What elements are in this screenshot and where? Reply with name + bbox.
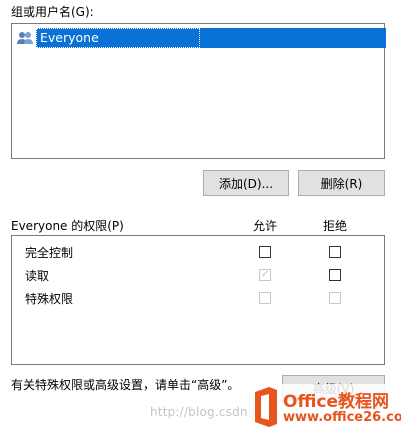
checkmark-icon: ✓ [261, 269, 270, 280]
add-button[interactable]: 添加(D)... [203, 170, 289, 196]
remove-button[interactable]: 删除(R) [298, 170, 385, 196]
brand-url: www.office26.com [283, 410, 401, 425]
permission-name: 读取 [25, 269, 50, 283]
group-or-user-label: 组或用户名(G): [11, 5, 94, 19]
permission-row-special: 特殊权限 [12, 288, 384, 308]
special-deny-checkbox [329, 292, 341, 304]
permission-name: 特殊权限 [25, 292, 74, 306]
user-name: Everyone [40, 30, 99, 45]
deny-header: 拒绝 [323, 219, 348, 233]
permissions-title: Everyone 的权限(P) [11, 219, 124, 233]
user-list[interactable]: Everyone [11, 23, 386, 159]
office26-logo: Office教程网 www.office26.com [249, 384, 401, 430]
csdn-watermark: http://blog.csdn.n [150, 405, 260, 419]
permissions-list: 完全控制 读取 ✓ 特殊权限 [11, 235, 385, 365]
brand-name: Office教程网 [283, 392, 390, 412]
permission-row-full-control: 完全控制 [12, 242, 384, 262]
read-allow-checkbox: ✓ [259, 269, 271, 281]
permission-row-read: 读取 ✓ [12, 265, 384, 285]
advanced-hint: 有关特殊权限或高级设置，请单击“高级”。 [11, 378, 240, 392]
permission-name: 完全控制 [25, 246, 74, 260]
list-item-everyone[interactable]: Everyone [16, 28, 386, 48]
full-control-allow-checkbox[interactable] [259, 246, 271, 258]
full-control-deny-checkbox[interactable] [329, 246, 341, 258]
special-allow-checkbox [259, 292, 271, 304]
allow-header: 允许 [253, 219, 278, 233]
users-icon [17, 32, 33, 44]
read-deny-checkbox[interactable] [329, 269, 341, 281]
